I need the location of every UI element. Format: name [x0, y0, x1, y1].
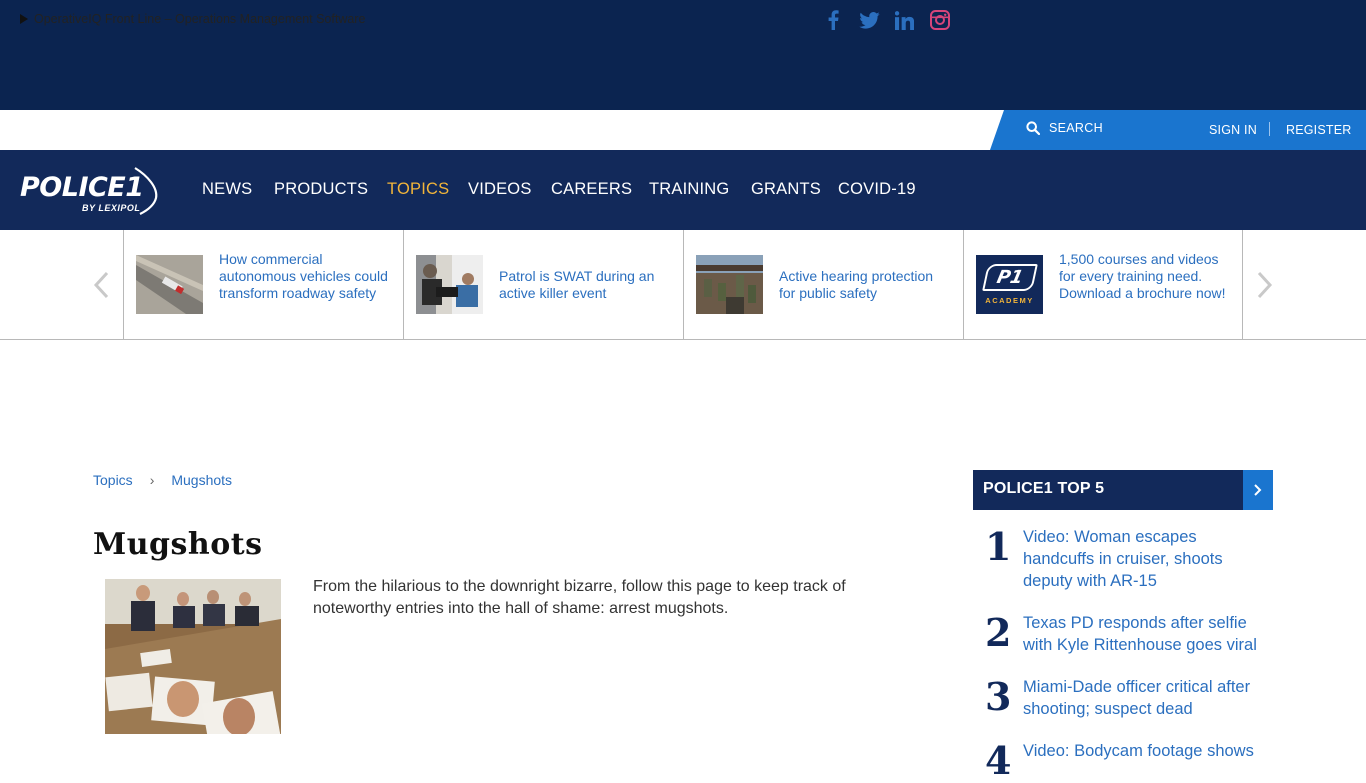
breadcrumb-separator: › — [149, 472, 155, 488]
search-button[interactable]: SEARCH — [1026, 121, 1103, 135]
top5-rank: 3 — [985, 674, 1012, 719]
chevron-right-icon — [1257, 271, 1273, 299]
search-label: SEARCH — [1049, 121, 1103, 135]
linkedin-icon[interactable] — [893, 8, 915, 32]
twitter-icon[interactable] — [858, 8, 880, 32]
page-title: Mugshots — [93, 527, 263, 562]
p1-badge-text: P1 — [994, 267, 1026, 288]
carousel-item-title: Active hearing protection for public saf… — [779, 268, 934, 301]
top5-rank: 1 — [985, 524, 1012, 569]
carousel-item-title: How commercial autonomous vehicles could… — [219, 251, 388, 301]
top5-item-2[interactable]: Texas PD responds after selfie with Kyle… — [1023, 612, 1268, 656]
search-icon — [1026, 121, 1040, 135]
breadcrumb-topics[interactable]: Topics — [93, 472, 133, 488]
carousel-item-title: Patrol is SWAT during an active killer e… — [499, 268, 655, 301]
top5-item-1[interactable]: Video: Woman escapes handcuffs in cruise… — [1023, 526, 1268, 592]
top5-rank: 2 — [985, 610, 1012, 655]
auth-divider — [1269, 122, 1270, 136]
top5-item-4[interactable]: Video: Bodycam footage shows — [1023, 740, 1268, 762]
chevron-left-icon — [93, 271, 109, 299]
top5-title: POLICE1 TOP 5 — [983, 480, 1105, 497]
top5-more-button[interactable] — [1243, 470, 1273, 510]
play-triangle-icon — [20, 14, 28, 24]
nav-products[interactable]: PRODUCTS — [274, 180, 368, 199]
instagram-icon[interactable] — [929, 8, 951, 32]
promo-link-text: OperativeIQ Front Line – Operations Mana… — [34, 12, 366, 26]
chevron-right-icon — [1254, 484, 1262, 496]
police1-logo[interactable]: POLICE1 BY LEXIPOL — [20, 166, 160, 216]
top5-rank: 4 — [985, 738, 1012, 783]
carousel-thumbnail — [416, 255, 483, 314]
carousel-thumbnail — [136, 255, 203, 314]
nav-grants[interactable]: GRANTS — [751, 180, 821, 199]
carousel-prev-button[interactable] — [92, 270, 110, 305]
logo-wordmark: POLICE1 — [20, 172, 144, 203]
carousel-item[interactable]: Active hearing protection for public saf… — [683, 230, 963, 339]
nav-videos[interactable]: VIDEOS — [468, 180, 532, 199]
topic-description: From the hilarious to the downright biza… — [313, 578, 846, 617]
logo-swoosh-icon — [134, 167, 158, 215]
breadcrumb-mugshots[interactable]: Mugshots — [171, 472, 232, 488]
nav-topics[interactable]: TOPICS — [387, 180, 449, 199]
carousel-thumbnail — [696, 255, 763, 314]
top5-item-3[interactable]: Miami-Dade officer critical after shooti… — [1023, 676, 1268, 720]
p1-academy-logo: P1 ACADEMY — [976, 255, 1043, 314]
register-link[interactable]: REGISTER — [1286, 123, 1352, 137]
carousel-item[interactable]: Patrol is SWAT during an active killer e… — [403, 230, 683, 339]
carousel-next-button[interactable] — [1256, 270, 1274, 305]
carousel-item-title: 1,500 courses and videos for every train… — [1059, 251, 1226, 301]
carousel-item[interactable]: P1 ACADEMY 1,500 courses and videos for … — [963, 230, 1243, 339]
topic-image — [105, 579, 281, 734]
nav-news[interactable]: NEWS — [202, 180, 252, 199]
facebook-icon[interactable] — [824, 8, 842, 32]
nav-training[interactable]: TRAINING — [649, 180, 729, 199]
carousel-item[interactable]: How commercial autonomous vehicles could… — [123, 230, 403, 339]
breadcrumb: Topics › Mugshots — [93, 472, 232, 488]
nav-careers[interactable]: CAREERS — [551, 180, 632, 199]
nav-covid-19[interactable]: COVID-19 — [838, 180, 916, 199]
sign-in-link[interactable]: SIGN IN — [1209, 123, 1257, 137]
academy-badge-text: ACADEMY — [985, 296, 1034, 305]
promo-link[interactable]: OperativeIQ Front Line – Operations Mana… — [20, 12, 365, 26]
